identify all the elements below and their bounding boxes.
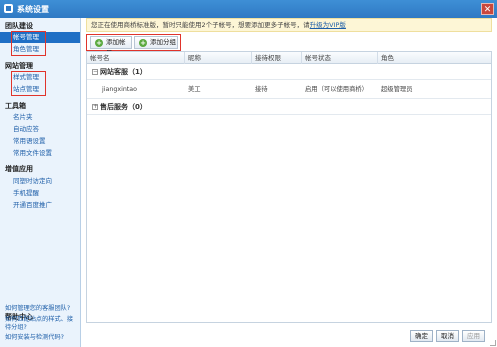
sidebar-item-baidu-promotion[interactable]: 开通百度推广 (0, 200, 80, 211)
highlight-box-site (11, 71, 46, 96)
highlight-box-team (11, 31, 46, 56)
group-row-web-service[interactable]: − 网站客服（1） (87, 65, 491, 80)
sidebar-item-card-folder[interactable]: 名片夹 (0, 112, 80, 123)
column-header-status[interactable]: 帐号状态 (302, 52, 378, 64)
sidebar-group-apps: 增值应用 (5, 165, 33, 173)
sidebar-group-tools: 工具箱 (5, 102, 26, 110)
add-group-label: 添加分组 (150, 38, 176, 46)
sidebar-item-visit-targeting[interactable]: 同塑时访定向 (0, 176, 80, 187)
sidebar-item-files[interactable]: 常用文件设置 (0, 148, 80, 159)
table-row[interactable]: jiangxintao 美工 接待 启用（可以使用商桥） 超级管理员 (87, 81, 491, 99)
help-link-style-match[interactable]: 如何匹配站点的样式、接待分组? (5, 316, 79, 332)
upgrade-notice: 您正在使用商桥标准版，暂时只能使用2个子帐号，想要添加更多子帐号，请升级为VIP… (86, 18, 492, 32)
close-button[interactable]: ✕ (481, 3, 494, 15)
column-header-account[interactable]: 帐号名 (87, 52, 185, 64)
sidebar-group-team: 团队建设 (5, 22, 33, 30)
plus-icon: + (95, 39, 103, 47)
sidebar-item-phrases[interactable]: 常用语设置 (0, 136, 80, 147)
collapse-icon[interactable]: − (92, 69, 98, 75)
column-header-role[interactable]: 角色 (378, 52, 491, 64)
sidebar-group-site: 网站管理 (5, 62, 33, 70)
apply-button[interactable]: 应用 (462, 330, 485, 342)
cell-nickname: 美工 (188, 86, 201, 93)
window-title: 系统设置 (17, 5, 49, 14)
cell-permission: 接待 (255, 86, 268, 93)
group-row-after-sales[interactable]: + 售后服务（0） (87, 100, 491, 115)
resize-grip[interactable] (490, 340, 496, 346)
sidebar: 团队建设 帐号管理 角色管理 网站管理 样式管理 站点管理 工具箱 名片夹 自动… (0, 18, 81, 347)
group-name: 网站客服（1） (100, 68, 147, 76)
help-link-install-code[interactable]: 如何安装与检测代码? (5, 334, 79, 342)
title-bar: 系统设置 ✕ (0, 0, 497, 18)
cell-status: 启用（可以使用商桥） (305, 86, 368, 93)
cancel-button[interactable]: 取消 (436, 330, 459, 342)
group-name: 售后服务（0） (100, 103, 147, 111)
account-table: 帐号名 昵称 接待权限 帐号状态 角色 − 网站客服（1） jiangxintao… (86, 51, 492, 323)
plus-icon: + (139, 39, 147, 47)
ok-button[interactable]: 确定 (410, 330, 433, 342)
expand-icon[interactable]: + (92, 104, 98, 110)
column-header-nickname[interactable]: 昵称 (185, 52, 252, 64)
sidebar-item-mobile-alert[interactable]: 手机提醒 (0, 188, 80, 199)
sidebar-item-auto-reply[interactable]: 自动应答 (0, 124, 80, 135)
help-link-team[interactable]: 如何管理您的客服团队? (5, 305, 79, 313)
add-group-button[interactable]: + 添加分组 (134, 36, 178, 49)
add-account-button[interactable]: + 添加帐号 (90, 36, 132, 57)
column-header-permission[interactable]: 接待权限 (252, 52, 302, 64)
cell-role: 超级管理员 (381, 86, 413, 93)
upgrade-vip-link[interactable]: 升级为VIP版 (310, 21, 346, 29)
cell-account: jiangxintao (102, 86, 137, 93)
table-header: 帐号名 昵称 接待权限 帐号状态 角色 (87, 52, 491, 64)
notice-text: 您正在使用商桥标准版，暂时只能使用2个子帐号，想要添加更多子帐号，请 (91, 21, 310, 29)
app-icon (4, 4, 13, 13)
